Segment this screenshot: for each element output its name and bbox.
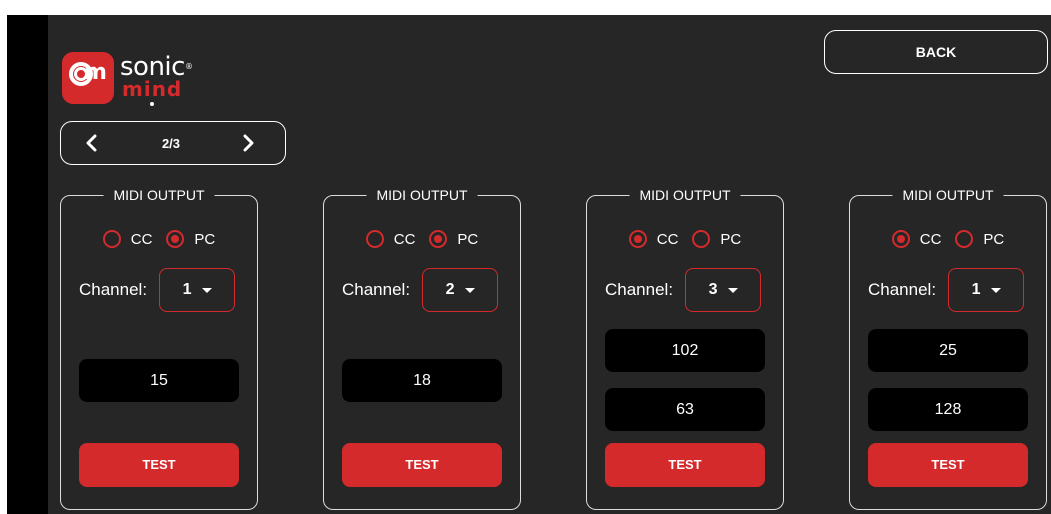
channel-select[interactable]: 1 bbox=[948, 268, 1025, 312]
chevron-right-icon[interactable] bbox=[237, 130, 259, 156]
pc-radio[interactable]: PC bbox=[429, 230, 478, 248]
test-button[interactable]: TEST bbox=[79, 443, 239, 487]
mode-radio-group: CC PC bbox=[324, 230, 520, 248]
app-window: m sonic® mind BACK 2/3 MIDI OUTPUT CC PC… bbox=[7, 15, 1051, 514]
value-field[interactable]: 15 bbox=[79, 359, 239, 402]
card-title: MIDI OUTPUT bbox=[366, 187, 478, 203]
cc-radio[interactable]: CC bbox=[102, 230, 152, 248]
radio-off-icon bbox=[692, 230, 711, 248]
back-button[interactable]: BACK bbox=[824, 30, 1048, 74]
value-field[interactable]: 18 bbox=[342, 359, 502, 402]
cc-radio[interactable]: CC bbox=[365, 230, 415, 248]
mode-radio-group: CC PC bbox=[587, 230, 783, 248]
value-field[interactable]: 63 bbox=[605, 388, 765, 431]
test-button[interactable]: TEST bbox=[342, 443, 502, 487]
value-field[interactable]: 102 bbox=[605, 329, 765, 372]
card-title: MIDI OUTPUT bbox=[629, 187, 741, 203]
radio-on-icon bbox=[891, 230, 910, 248]
radio-on-icon bbox=[166, 230, 185, 248]
channel-row: Channel: 2 bbox=[342, 268, 499, 312]
caret-down-icon bbox=[990, 287, 1001, 293]
pc-radio[interactable]: PC bbox=[692, 230, 741, 248]
page-navigator: 2/3 bbox=[60, 121, 286, 165]
logo-icon: m bbox=[62, 52, 114, 104]
value-field[interactable]: 25 bbox=[868, 329, 1028, 372]
chevron-left-icon[interactable] bbox=[81, 130, 103, 156]
card-title: MIDI OUTPUT bbox=[103, 187, 215, 203]
radio-off-icon bbox=[955, 230, 974, 248]
mode-radio-group: CC PC bbox=[61, 230, 257, 248]
radio-on-icon bbox=[429, 230, 448, 248]
cc-radio[interactable]: CC bbox=[628, 230, 678, 248]
sonic-mind-logo: m sonic® mind bbox=[62, 46, 212, 110]
channel-label: Channel: bbox=[868, 280, 937, 299]
left-edge-bar bbox=[7, 15, 48, 514]
channel-label: Channel: bbox=[342, 280, 411, 299]
channel-row: Channel: 1 bbox=[868, 268, 1025, 312]
card-title: MIDI OUTPUT bbox=[892, 187, 1004, 203]
radio-on-icon bbox=[628, 230, 647, 248]
pc-radio[interactable]: PC bbox=[166, 230, 215, 248]
cc-radio[interactable]: CC bbox=[891, 230, 941, 248]
channel-row: Channel: 1 bbox=[79, 268, 236, 312]
test-button[interactable]: TEST bbox=[605, 443, 765, 487]
midi-output-card-3: MIDI OUTPUT CC PC Channel: 3 102 63 TEST bbox=[586, 187, 784, 510]
test-button[interactable]: TEST bbox=[868, 443, 1028, 487]
midi-output-card-2: MIDI OUTPUT CC PC Channel: 2 18 TEST bbox=[323, 187, 521, 510]
channel-label: Channel: bbox=[79, 280, 148, 299]
channel-select[interactable]: 1 bbox=[159, 268, 236, 312]
channel-row: Channel: 3 bbox=[605, 268, 762, 312]
value-field[interactable]: 128 bbox=[868, 388, 1028, 431]
caret-down-icon bbox=[201, 287, 212, 293]
caret-down-icon bbox=[727, 287, 738, 293]
channel-label: Channel: bbox=[605, 280, 674, 299]
radio-off-icon bbox=[365, 230, 384, 248]
mode-radio-group: CC PC bbox=[850, 230, 1046, 248]
logo-word2: mind bbox=[122, 77, 183, 101]
channel-select[interactable]: 3 bbox=[685, 268, 762, 312]
midi-output-card-4: MIDI OUTPUT CC PC Channel: 1 25 128 TEST bbox=[849, 187, 1047, 510]
pc-radio[interactable]: PC bbox=[955, 230, 1004, 248]
channel-select[interactable]: 2 bbox=[422, 268, 499, 312]
radio-off-icon bbox=[102, 230, 121, 248]
caret-down-icon bbox=[464, 287, 475, 293]
midi-output-card-1: MIDI OUTPUT CC PC Channel: 1 15 TEST bbox=[60, 187, 258, 510]
